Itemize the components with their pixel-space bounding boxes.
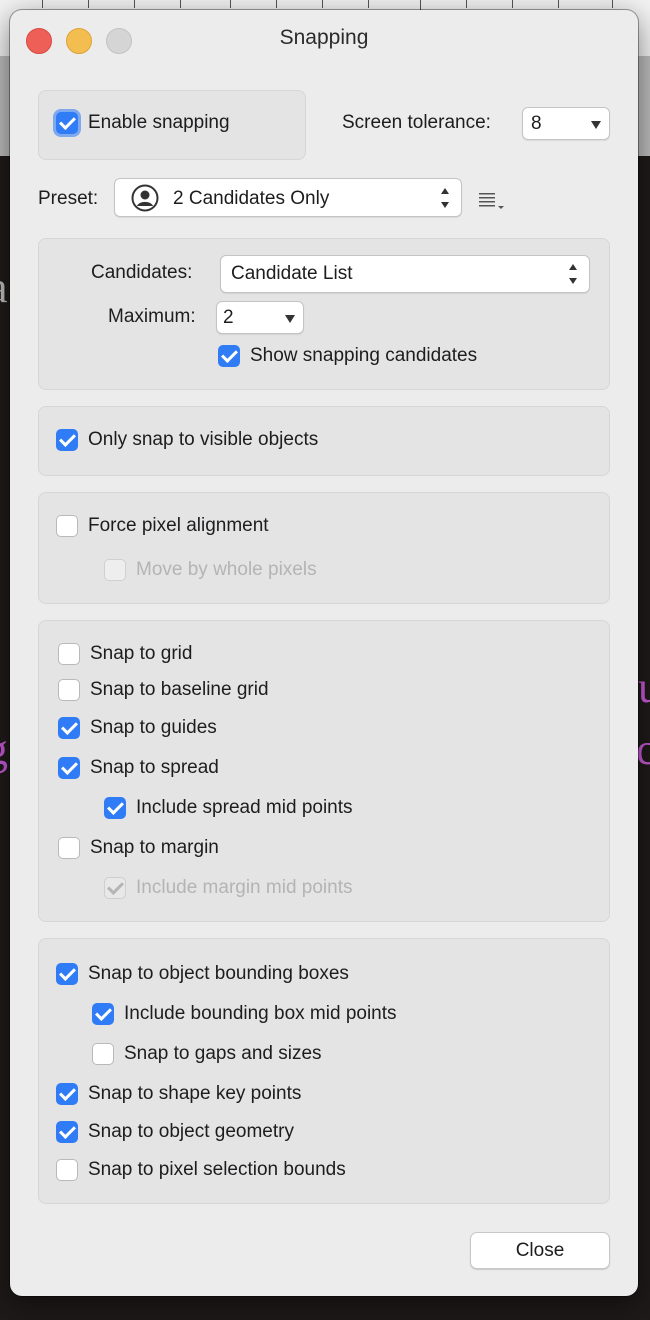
enable-snapping-checkbox[interactable]: Enable snapping (56, 112, 230, 134)
checkbox-box[interactable] (92, 1043, 114, 1065)
snap-to-margin-label: Snap to margin (90, 837, 219, 858)
checkbox-box[interactable] (56, 515, 78, 537)
snap-to-guides-checkbox[interactable]: Snap to guides (58, 717, 217, 739)
enable-snapping-label: Enable snapping (88, 112, 230, 133)
move-whole-pixels-checkbox: Move by whole pixels (104, 559, 317, 581)
chevron-down-icon (591, 120, 601, 129)
close-button-label: Close (515, 1239, 565, 1261)
snap-to-gaps-and-sizes-label: Snap to gaps and sizes (124, 1043, 322, 1064)
candidates-label: Candidates: (91, 262, 193, 283)
include-margin-mid-points-checkbox: Include margin mid points (104, 877, 353, 899)
include-spread-mid-points-label: Include spread mid points (136, 797, 353, 818)
maximum-label: Maximum: (108, 306, 196, 327)
include-bounding-box-mid-points-label: Include bounding box mid points (124, 1003, 397, 1024)
checkbox-box[interactable] (104, 797, 126, 819)
screen-tolerance-label: Screen tolerance: (342, 112, 491, 133)
snap-to-spread-label: Snap to spread (90, 757, 219, 778)
checkbox-box[interactable] (56, 1121, 78, 1143)
checkbox-box[interactable] (58, 837, 80, 859)
background-text-glyph: a (0, 262, 8, 313)
background-text-glyph: u (638, 663, 650, 712)
stepper-arrows-icon (441, 187, 451, 208)
checkbox-box[interactable] (56, 1159, 78, 1181)
snap-to-gaps-and-sizes-checkbox[interactable]: Snap to gaps and sizes (92, 1043, 322, 1065)
snap-to-shape-key-points-label: Snap to shape key points (88, 1083, 302, 1104)
move-whole-pixels-label: Move by whole pixels (136, 559, 317, 580)
screen-tolerance-select[interactable]: 8 (522, 107, 610, 140)
snap-to-baseline-grid-checkbox[interactable]: Snap to baseline grid (58, 679, 269, 701)
snap-to-pixel-selection-bounds-label: Snap to pixel selection bounds (88, 1159, 346, 1180)
snap-to-bounding-boxes-label: Snap to object bounding boxes (88, 963, 349, 984)
snap-to-grid-label: Snap to grid (90, 643, 193, 664)
checkbox-box[interactable] (92, 1003, 114, 1025)
checkbox-box (104, 559, 126, 581)
snap-to-bounding-boxes-checkbox[interactable]: Snap to object bounding boxes (56, 963, 349, 985)
snapping-dialog: Snapping Enable snapping Screen toleranc… (10, 10, 638, 1296)
close-button[interactable]: Close (470, 1232, 610, 1269)
candidates-value: Candidate List (231, 263, 353, 284)
checkbox-box[interactable] (56, 429, 78, 451)
include-bounding-box-mid-points-checkbox[interactable]: Include bounding box mid points (92, 1003, 397, 1025)
checkbox-box[interactable] (58, 717, 80, 739)
only-snap-visible-label: Only snap to visible objects (88, 429, 319, 450)
snap-to-object-geometry-label: Snap to object geometry (88, 1121, 294, 1142)
snap-to-pixel-selection-bounds-checkbox[interactable]: Snap to pixel selection bounds (56, 1159, 346, 1181)
show-snapping-candidates-checkbox[interactable]: Show snapping candidates (218, 345, 477, 367)
maximum-value: 2 (223, 306, 234, 328)
person-circle-icon (131, 184, 159, 212)
screen-tolerance-value: 8 (531, 112, 542, 134)
checkbox-box (104, 877, 126, 899)
snap-to-grid-checkbox[interactable]: Snap to grid (58, 643, 192, 665)
snap-to-shape-key-points-checkbox[interactable]: Snap to shape key points (56, 1083, 301, 1105)
checkbox-box[interactable] (56, 963, 78, 985)
maximum-select[interactable]: 2 (216, 301, 304, 334)
chevron-down-icon (285, 314, 295, 323)
snap-to-spread-checkbox[interactable]: Snap to spread (58, 757, 219, 779)
include-spread-mid-points-checkbox[interactable]: Include spread mid points (104, 797, 353, 819)
snap-to-object-geometry-checkbox[interactable]: Snap to object geometry (56, 1121, 294, 1143)
checkbox-box[interactable] (58, 757, 80, 779)
preset-value: 2 Candidates Only (173, 188, 330, 209)
preset-select[interactable]: 2 Candidates Only (114, 178, 462, 217)
snap-to-margin-checkbox[interactable]: Snap to margin (58, 837, 219, 859)
preset-label: Preset: (38, 188, 99, 209)
checkbox-box[interactable] (58, 643, 80, 665)
pixel-alignment-panel (38, 492, 610, 604)
include-margin-mid-points-label: Include margin mid points (136, 877, 353, 898)
force-pixel-alignment-label: Force pixel alignment (88, 515, 269, 536)
checkbox-box[interactable] (218, 345, 240, 367)
show-snapping-candidates-label: Show snapping candidates (250, 345, 478, 366)
background-text-glyph: c (636, 725, 650, 774)
snap-to-baseline-grid-label: Snap to baseline grid (90, 679, 269, 700)
only-snap-visible-checkbox[interactable]: Only snap to visible objects (56, 429, 318, 451)
candidates-select[interactable]: Candidate List (220, 255, 590, 293)
list-menu-icon[interactable] (478, 190, 508, 212)
checkbox-box[interactable] (56, 112, 78, 134)
snap-to-guides-label: Snap to guides (90, 717, 217, 738)
force-pixel-alignment-checkbox[interactable]: Force pixel alignment (56, 515, 269, 537)
background-text-glyph: g (0, 724, 8, 775)
checkbox-box[interactable] (58, 679, 80, 701)
checkbox-box[interactable] (56, 1083, 78, 1105)
stepper-arrows-icon (569, 264, 579, 284)
window-title: Snapping (279, 26, 369, 49)
